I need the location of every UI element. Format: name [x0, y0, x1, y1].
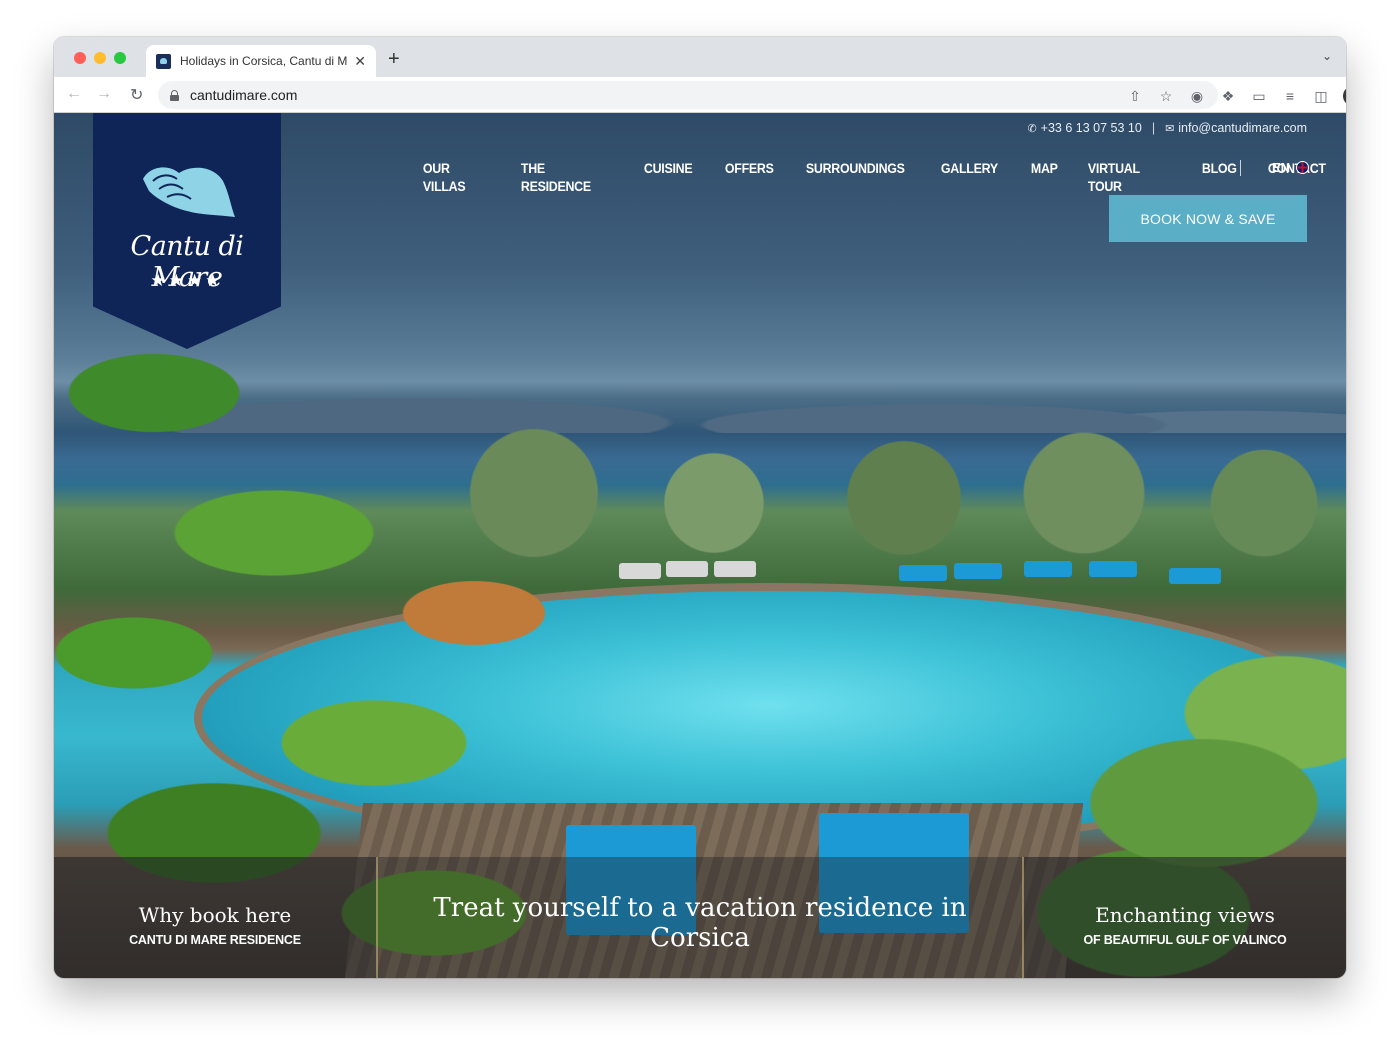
address-bar[interactable]: cantudimare.com	[158, 81, 1218, 109]
sun-lounger	[714, 561, 756, 577]
tab-title: Holidays in Corsica, Cantu di M	[180, 54, 348, 68]
panel-title: Enchanting views	[1095, 902, 1275, 927]
book-now-button[interactable]: BOOK NOW & SAVE	[1109, 195, 1307, 242]
phone-number[interactable]: +33 6 13 07 53 10	[1041, 121, 1142, 135]
language-code[interactable]: EN	[1272, 160, 1290, 175]
phone-link[interactable]: ✆ +33 6 13 07 53 10	[1027, 121, 1141, 135]
url-text[interactable]: cantudimare.com	[190, 87, 297, 103]
toolbar-icons: ⇧ ☆ ◉ ❖ ▭ ≡ ◫ ⋮	[1126, 86, 1346, 106]
contact-separator: |	[1151, 121, 1156, 135]
nav-offers[interactable]: OFFERS	[712, 160, 786, 196]
lock-icon[interactable]	[170, 89, 179, 101]
sun-lounger	[1169, 568, 1221, 584]
reload-icon[interactable]: ↻	[130, 85, 143, 105]
close-window-button[interactable]	[74, 52, 86, 64]
nav-surroundings[interactable]: SURROUNDINGS	[793, 160, 918, 196]
nav-virtual-tour[interactable]: VIRTUAL TOUR	[1075, 160, 1180, 196]
browser-window: Holidays in Corsica, Cantu di M ✕ + ⌄ ← …	[54, 37, 1346, 978]
page-viewport: Cantu di Mare ★★★★ ✆ +33 6 13 07 53 10 | …	[54, 113, 1346, 978]
puzzle-extensions-icon[interactable]: ❖	[1219, 87, 1237, 105]
bookmark-star-icon[interactable]: ☆	[1157, 87, 1175, 105]
why-book-panel[interactable]: Why book here CANTU DI MARE RESIDENCE	[54, 857, 376, 978]
email-link[interactable]: ✉ info@cantudimare.com	[1165, 121, 1307, 135]
mail-icon: ✉	[1165, 123, 1175, 135]
site-logo[interactable]: Cantu di Mare ★★★★	[93, 113, 281, 349]
email-address[interactable]: info@cantudimare.com	[1178, 121, 1307, 135]
forward-arrow-icon[interactable]: →	[96, 85, 112, 103]
nav-gallery[interactable]: GALLERY	[928, 160, 1011, 196]
hero-headline: Treat yourself to a vacation residence i…	[433, 892, 967, 953]
sun-lounger	[619, 563, 661, 579]
back-arrow-icon[interactable]: ←	[66, 85, 82, 103]
sun-lounger	[666, 561, 708, 577]
sun-lounger	[1024, 561, 1072, 577]
browser-toolbar: ← → ↻ cantudimare.com ⇧ ☆ ◉ ❖ ▭ ≡ ◫ ⋮	[54, 77, 1346, 113]
tab-strip: Holidays in Corsica, Cantu di M ✕ + ⌄	[54, 37, 1346, 77]
contact-bar: ✆ +33 6 13 07 53 10 | ✉ info@cantudimare.c…	[1027, 121, 1307, 135]
minimize-window-button[interactable]	[94, 52, 106, 64]
phone-icon: ✆	[1027, 123, 1037, 135]
feature-panels: Why book here CANTU DI MARE RESIDENCE Tr…	[54, 857, 1346, 978]
site-favicon-icon	[156, 53, 171, 69]
panel-subtitle: OF BEAUTIFUL GULF OF VALINCO	[1083, 932, 1287, 947]
cast-icon[interactable]: ▭	[1250, 87, 1268, 105]
tab-search-chevron-icon[interactable]: ⌄	[1322, 49, 1332, 63]
profile-avatar[interactable]	[1343, 86, 1346, 106]
sun-lounger	[1089, 561, 1137, 577]
main-navigation: OUR VILLAS THE RESIDENCE CUISINE OFFERS …	[410, 160, 1346, 196]
seashell-icon	[143, 167, 235, 217]
reading-list-icon[interactable]: ≡	[1281, 87, 1299, 105]
panel-subtitle: CANTU DI MARE RESIDENCE	[129, 932, 301, 947]
zoom-window-button[interactable]	[114, 52, 126, 64]
brand-stars: ★★★★	[150, 271, 224, 290]
new-tab-button[interactable]: +	[388, 48, 400, 71]
share-icon[interactable]: ⇧	[1126, 87, 1144, 105]
sun-lounger	[899, 565, 947, 581]
nav-map[interactable]: MAP	[1018, 160, 1071, 196]
nav-divider	[1240, 160, 1241, 176]
extension-badge-icon[interactable]: ◉	[1188, 87, 1206, 105]
enchanting-views-panel[interactable]: Enchanting views OF BEAUTIFUL GULF OF VA…	[1024, 857, 1346, 978]
language-switcher[interactable]: EN	[1272, 160, 1310, 175]
nav-cuisine[interactable]: CUISINE	[631, 160, 705, 196]
side-panel-icon[interactable]: ◫	[1312, 87, 1330, 105]
browser-tab[interactable]: Holidays in Corsica, Cantu di M ✕	[146, 45, 376, 77]
nav-the-residence[interactable]: THE RESIDENCE	[508, 160, 621, 196]
headline-panel: Treat yourself to a vacation residence i…	[376, 857, 1024, 978]
panel-title: Why book here	[138, 902, 292, 927]
sun-lounger	[954, 563, 1002, 579]
nav-our-villas[interactable]: OUR VILLAS	[410, 160, 501, 196]
tab-close-icon[interactable]: ✕	[354, 53, 366, 70]
uk-flag-icon[interactable]	[1296, 161, 1310, 174]
